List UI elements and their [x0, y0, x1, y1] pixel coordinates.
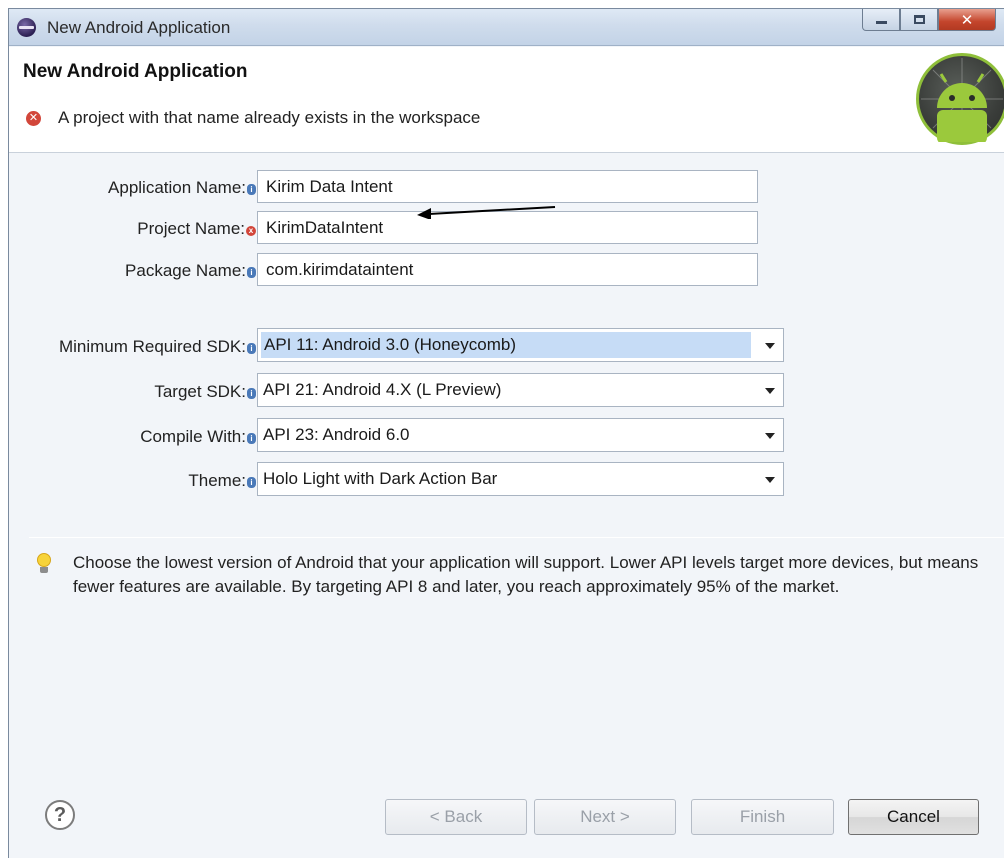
dialog-window: New Android Application ✕ New Android Ap… [8, 8, 1004, 858]
info-icon: i [247, 388, 256, 399]
compile-with-select[interactable]: API 23: Android 6.0 [257, 418, 784, 452]
chevron-down-icon [765, 433, 775, 439]
eclipse-app-icon [17, 18, 36, 37]
next-button[interactable]: Next > [534, 799, 676, 835]
help-button[interactable]: ? [45, 800, 75, 830]
divider [29, 537, 1004, 538]
target-sdk-select[interactable]: API 21: Android 4.X (L Preview) [257, 373, 784, 407]
wizard-banner: New Android Application ✕ A project with… [9, 47, 1004, 153]
window-controls: ✕ [862, 9, 996, 33]
theme-value: Holo Light with Dark Action Bar [263, 469, 498, 488]
target-sdk-row: Target SDK: i [9, 375, 256, 409]
finish-button[interactable]: Finish [691, 799, 834, 835]
min-sdk-row: Minimum Required SDK: i [9, 330, 256, 364]
compile-with-row: Compile With: i [9, 420, 256, 454]
target-sdk-label: Target SDK: i [154, 382, 256, 402]
android-logo [916, 53, 1004, 145]
info-icon: i [247, 184, 256, 195]
theme-label: Theme: i [188, 471, 256, 491]
lightbulb-icon [37, 553, 51, 575]
theme-row: Theme: i [9, 464, 256, 498]
back-button[interactable]: < Back [385, 799, 527, 835]
error-message: A project with that name already exists … [58, 108, 481, 127]
package-name-field[interactable]: com.kirimdataintent [257, 253, 758, 286]
annotation-arrow [417, 206, 556, 219]
target-sdk-value: API 21: Android 4.X (L Preview) [263, 380, 502, 399]
theme-select[interactable]: Holo Light with Dark Action Bar [257, 462, 784, 496]
cancel-button[interactable]: Cancel [848, 799, 979, 835]
chevron-down-icon [765, 343, 775, 349]
error-icon: ✕ [26, 111, 41, 126]
info-icon: i [247, 477, 256, 488]
application-name-label: Application Name: i [108, 178, 256, 198]
compile-with-value: API 23: Android 6.0 [263, 425, 410, 444]
application-name-field[interactable]: Kirim Data Intent [257, 170, 758, 203]
close-button[interactable]: ✕ [938, 9, 996, 31]
package-name-label: Package Name: i [125, 261, 256, 281]
close-icon: ✕ [960, 11, 974, 29]
package-name-row: Package Name: i [9, 254, 256, 288]
chevron-down-icon [765, 388, 775, 394]
maximize-button[interactable] [900, 9, 938, 31]
error-icon: x [246, 226, 256, 236]
min-sdk-select[interactable]: API 11: Android 3.0 (Honeycomb) [257, 328, 784, 362]
project-name-row: Project Name: x [9, 212, 256, 246]
hint-text: Choose the lowest version of Android tha… [73, 553, 979, 596]
min-sdk-label: Minimum Required SDK: i [59, 337, 256, 357]
maximize-icon [913, 15, 925, 24]
minimize-button[interactable] [862, 9, 900, 31]
info-icon: i [247, 433, 256, 444]
project-name-label: Project Name: x [137, 219, 256, 239]
info-icon: i [247, 267, 256, 278]
info-icon: i [247, 343, 256, 354]
window-title: New Android Application [47, 18, 231, 37]
application-name-row: Application Name: i [9, 171, 256, 205]
chevron-down-icon [765, 477, 775, 483]
minimize-icon [875, 21, 887, 24]
page-title: New Android Application [23, 61, 248, 82]
title-bar[interactable]: New Android Application ✕ [9, 9, 1004, 46]
compile-with-label: Compile With: i [140, 427, 256, 447]
help-icon: ? [53, 804, 67, 826]
min-sdk-value: API 11: Android 3.0 (Honeycomb) [261, 332, 751, 358]
